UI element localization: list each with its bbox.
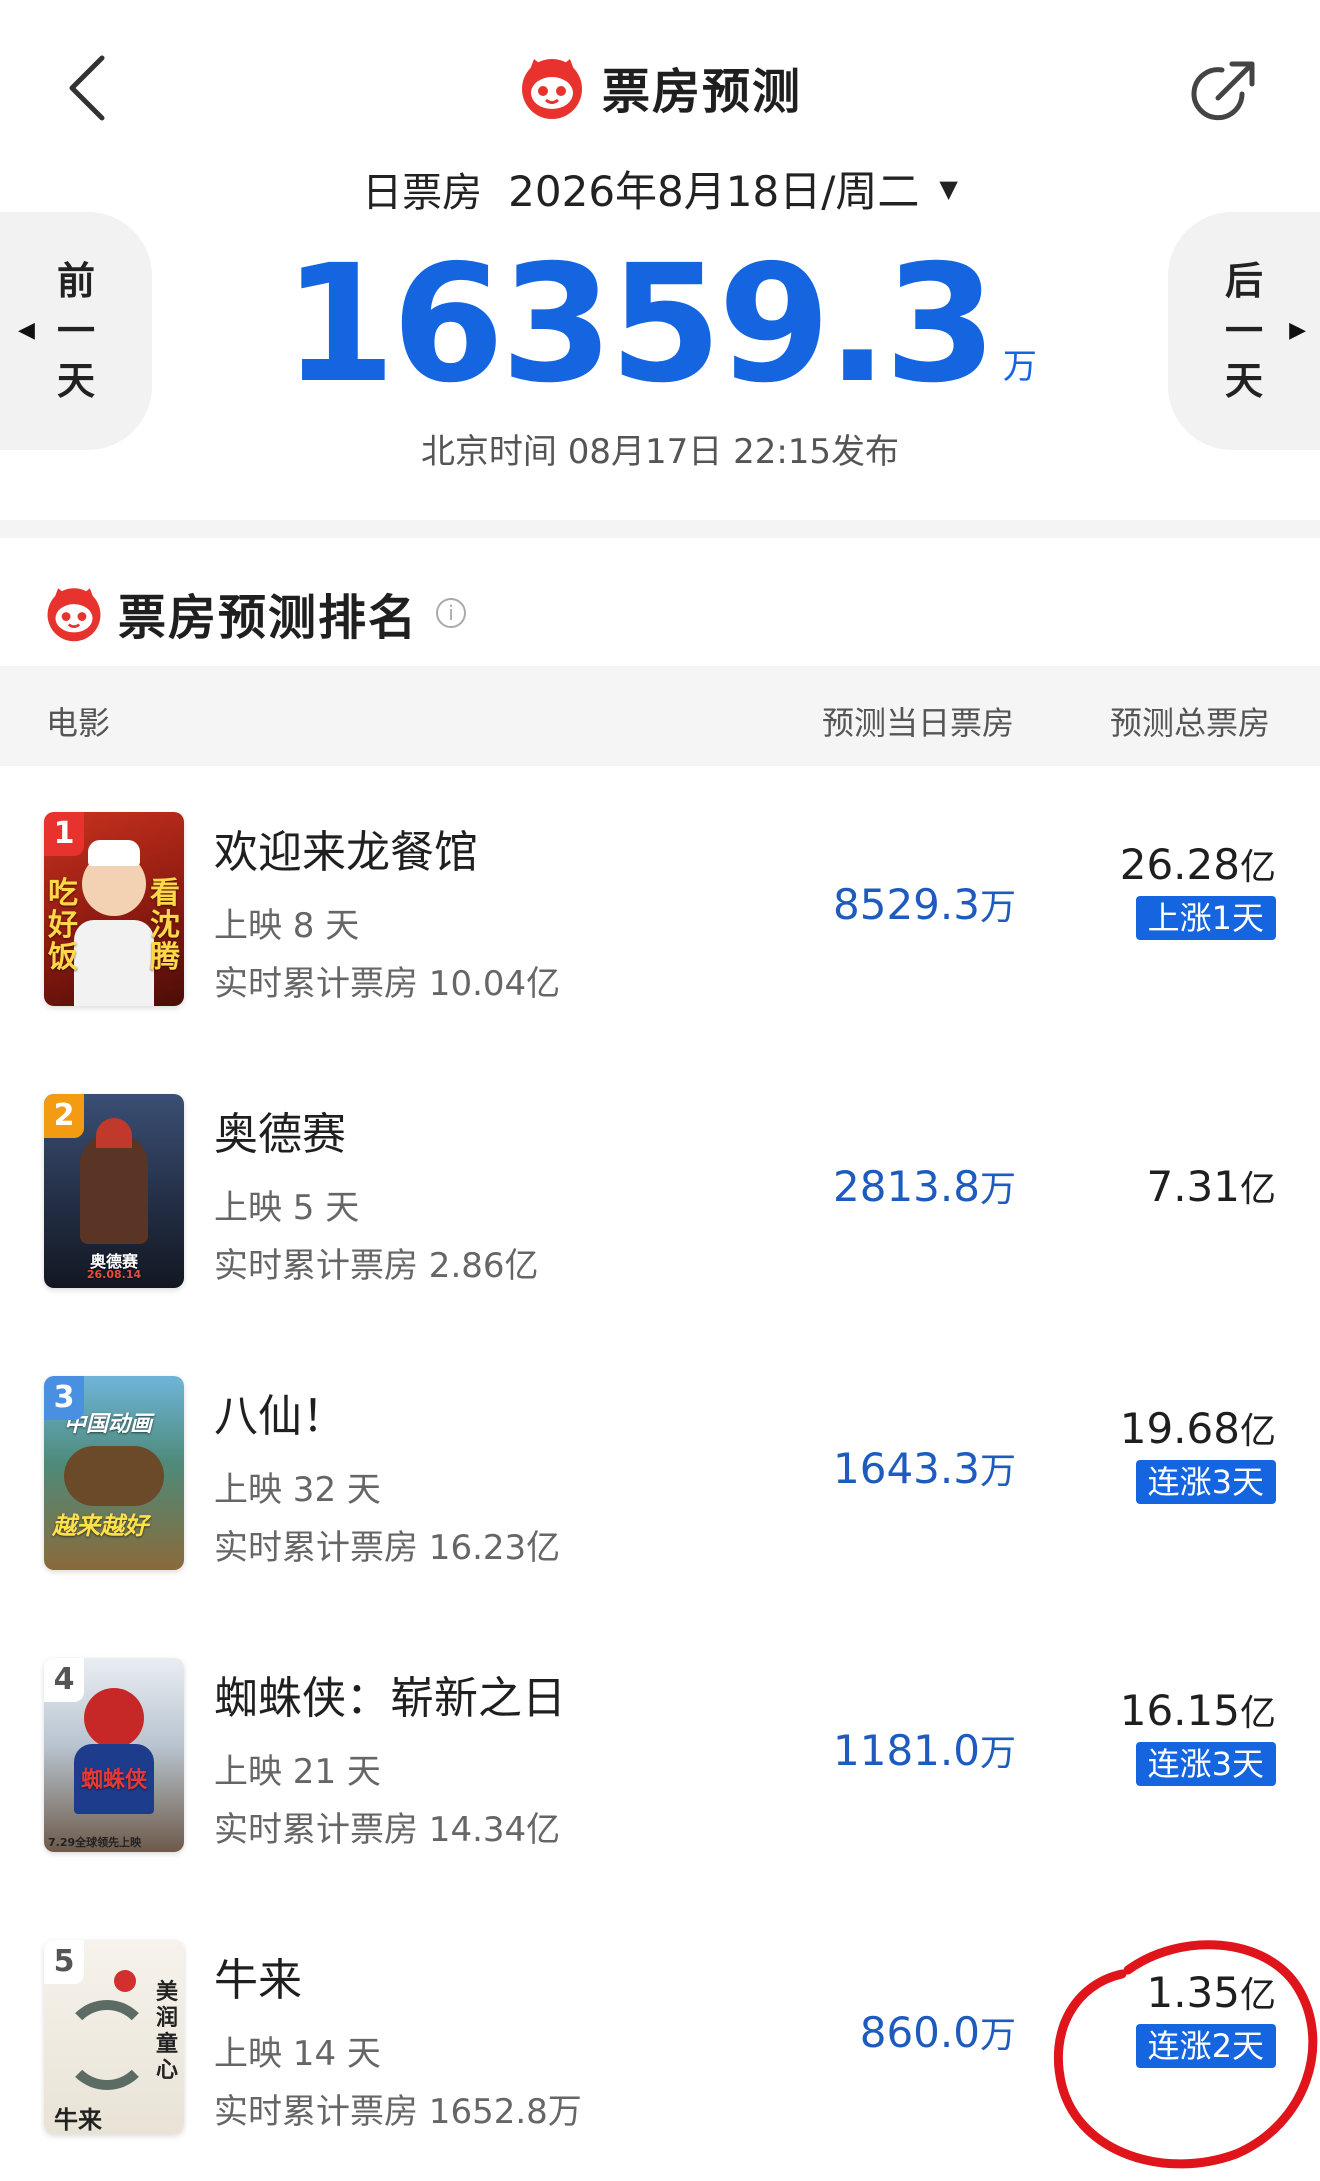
day-forecast-value: 8529.3 (833, 880, 980, 929)
total-forecast-value: 19.68 (1119, 1404, 1240, 1453)
table-row[interactable]: 奥德赛 26.08.14 2 奥德赛 上映 5 天 实时累计票房 2.86亿 2… (0, 1064, 1320, 1346)
day-forecast-value: 2813.8 (833, 1162, 980, 1211)
cumulative-box-office: 实时累计票房 1652.8万 (214, 2092, 582, 2132)
day-forecast-unit: 万 (979, 2015, 1016, 2056)
day-forecast-value: 1643.3 (833, 1444, 980, 1493)
day-forecast-unit: 万 (979, 887, 1016, 928)
movie-name: 牛来 (214, 1955, 302, 2006)
column-total-forecast: 预测总票房 (1110, 704, 1271, 742)
day-forecast-value: 1181.0 (833, 1726, 980, 1775)
day-forecast: 1643.3万 (833, 1442, 1016, 1494)
total-forecast-unit: 亿 (1239, 1411, 1276, 1452)
ranking-title: 票房预测排名 (118, 590, 419, 646)
poster-text: 7.29全球领先上映 (48, 1836, 142, 1849)
poster-text: 心 (155, 2058, 178, 2083)
poster-text: 腾 (150, 940, 180, 975)
total-forecast: 7.31亿 (1146, 1160, 1276, 1212)
date-label: 日票房 (362, 169, 483, 216)
rank-badge: 2 (44, 1094, 84, 1138)
release-days: 上映 32 天 (214, 1470, 381, 1510)
caret-down-icon: ▼ (939, 174, 958, 203)
rank-badge: 1 (44, 812, 84, 856)
day-forecast: 8529.3万 (833, 878, 1016, 930)
day-forecast-unit: 万 (979, 1451, 1016, 1492)
share-button[interactable] (1188, 54, 1262, 128)
cumulative-box-office: 实时累计票房 16.23亿 (214, 1528, 561, 1568)
cumulative-box-office: 实时累计票房 2.86亿 (214, 1246, 539, 1286)
poster-text: 26.08.14 (86, 1268, 142, 1281)
total-forecast: 19.68亿 (1120, 1402, 1276, 1454)
table-header: 电影 预测当日票房 预测总票房 (0, 666, 1320, 766)
section-divider (0, 520, 1320, 538)
page-title: 票房预测 (601, 64, 802, 120)
total-value: 16359.3 (283, 231, 997, 419)
total-forecast: 1.35亿 (1146, 1966, 1276, 2018)
total-box-office: 16359.3 万 (0, 240, 1320, 410)
date-selector[interactable]: 日票房 2026年8月18日/周二 ▼ (0, 158, 1320, 219)
rank-badge: 5 (44, 1940, 84, 1984)
trend-badge: 上涨1天 (1135, 896, 1276, 940)
movie-name: 蜘蛛侠：崭新之日 (214, 1673, 566, 1724)
cumulative-box-office: 实时累计票房 14.34亿 (214, 1810, 561, 1850)
rank-badge: 3 (44, 1376, 84, 1420)
poster-text: 蜘蛛侠 (80, 1768, 147, 1793)
total-forecast: 16.15亿 (1120, 1684, 1276, 1736)
trend-badge: 连涨3天 (1135, 1742, 1276, 1786)
total-forecast-unit: 亿 (1239, 1975, 1276, 2016)
total-forecast-value: 7.31 (1146, 1162, 1240, 1211)
table-row[interactable]: 美 润 童 心 牛来 5 牛来 上映 14 天 实时累计票房 1652.8万 8… (0, 1910, 1320, 2181)
date-value: 2026年8月18日/周二 (508, 167, 920, 216)
movie-name: 欢迎来龙餐馆 (214, 827, 478, 878)
publish-time: 北京时间 08月17日 22:15发布 (420, 432, 900, 472)
top-bar: 票房预测 (0, 0, 1320, 170)
table-row[interactable]: 中国动画 越来越好 3 八仙！ 上映 32 天 实时累计票房 16.23亿 16… (0, 1346, 1320, 1628)
trend-badge: 连涨3天 (1135, 1460, 1276, 1504)
maoyan-cat-icon (47, 588, 101, 642)
column-day-forecast: 预测当日票房 (822, 704, 1015, 742)
poster-text: 越来越好 (52, 1512, 148, 1540)
poster-text: 牛来 (54, 2106, 102, 2134)
ranking-header: 票房预测排名 i (44, 578, 467, 648)
day-forecast-value: 860.0 (859, 2008, 980, 2057)
day-forecast-unit: 万 (979, 1733, 1016, 1774)
total-forecast-value: 1.35 (1146, 1968, 1240, 2017)
release-days: 上映 14 天 (214, 2034, 381, 2074)
trend-badge: 连涨2天 (1135, 2024, 1276, 2068)
movie-name: 八仙！ (214, 1391, 346, 1442)
header-title: 票房预测 (0, 52, 1320, 122)
total-forecast-unit: 亿 (1239, 1693, 1276, 1734)
total-forecast: 26.28亿 (1120, 838, 1276, 890)
maoyan-cat-icon (521, 59, 582, 119)
total-forecast-unit: 亿 (1239, 1169, 1276, 1210)
info-icon[interactable]: i (436, 598, 467, 628)
rank-badge: 4 (44, 1658, 84, 1702)
movie-poster: 中国动画 越来越好 3 (44, 1376, 184, 1570)
movie-name: 奥德赛 (214, 1109, 346, 1160)
poster-text: 饭 (48, 940, 78, 975)
release-days: 上映 21 天 (214, 1752, 381, 1792)
total-forecast-unit: 亿 (1239, 847, 1276, 888)
table-row[interactable]: 蜘蛛侠 7.29全球领先上映 4 蜘蛛侠：崭新之日 上映 21 天 实时累计票房… (0, 1628, 1320, 1910)
total-unit: 万 (1002, 347, 1037, 387)
cumulative-box-office: 实时累计票房 10.04亿 (214, 964, 561, 1004)
table-row[interactable]: 吃 好 饭 看 沈 腾 1 欢迎来龙餐馆 上映 8 天 实时累计票房 10.04… (0, 782, 1320, 1064)
movie-poster: 吃 好 饭 看 沈 腾 1 (44, 812, 184, 1006)
movie-poster: 蜘蛛侠 7.29全球领先上映 4 (44, 1658, 184, 1852)
movie-poster: 美 润 童 心 牛来 5 (44, 1940, 184, 2134)
release-days: 上映 8 天 (214, 906, 360, 946)
release-days: 上映 5 天 (214, 1188, 360, 1228)
total-forecast-value: 16.15 (1119, 1686, 1240, 1735)
day-forecast: 860.0万 (860, 2006, 1016, 2058)
column-movie: 电影 (46, 704, 111, 742)
movie-poster: 奥德赛 26.08.14 2 (44, 1094, 184, 1288)
day-forecast: 1181.0万 (833, 1724, 1016, 1776)
share-icon (1191, 61, 1255, 121)
total-forecast-value: 26.28 (1119, 840, 1240, 889)
day-forecast-unit: 万 (979, 1169, 1016, 1210)
day-forecast: 2813.8万 (833, 1160, 1016, 1212)
